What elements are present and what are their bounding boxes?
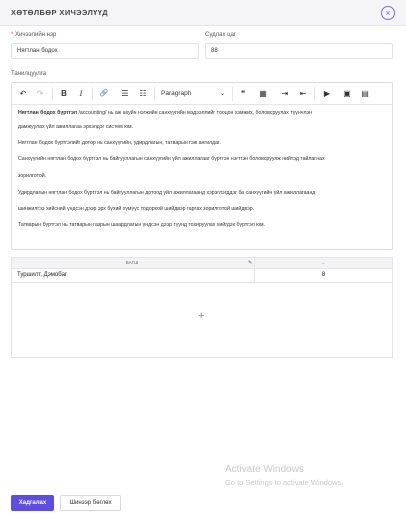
indent-icon[interactable]: ⇥ [278, 87, 292, 101]
file-icon[interactable]: ▤ [358, 87, 372, 101]
content-paragraph: Санхүүгийн нягтлан бодох бүртгэл нь байг… [18, 156, 325, 162]
editor-toolbar: ↶ ↷ B I 🔗 ☰ ☷ Paragraph ⌄ ❝ ▦ ⇥ ⇤ ▶ ▣ ▤ [12, 83, 392, 105]
numbered-list-icon[interactable]: ☷ [136, 87, 150, 101]
undo-icon[interactable]: ↶ [16, 87, 30, 101]
toolbar-divider [52, 87, 53, 101]
dialog-header: ХӨТӨЛБӨР ХИЧЭЭЛҮҮД × [0, 0, 406, 26]
paragraph-format-value: Paragraph [161, 90, 192, 97]
content-bold-term: Нягтлан бодох бүртгэл [18, 110, 78, 116]
activation-watermark-title: Activate Windows [225, 464, 304, 475]
table-row[interactable]: Туршилт, Дэмобаг 8 [11, 269, 393, 283]
toolbar-divider [314, 87, 315, 101]
content-paragraph: Нягтлан бодох бүртгэл /accounting/ нь аж… [18, 110, 388, 117]
content-paragraph: Нягтлан бодох бүртгэлийг дотор нь санхүү… [18, 140, 221, 146]
bulleted-list-icon[interactable]: ☰ [118, 87, 132, 101]
study-hours-input[interactable]: 88 [205, 43, 393, 59]
content-text: /accounting/ нь аж ахуйн нэгжийн санхүүг… [77, 110, 312, 116]
content-paragraph: Татварын бүртгэл нь татварын газрын шаар… [18, 222, 266, 228]
save-button[interactable]: Хадгалах [11, 495, 54, 511]
edit-column-icon[interactable]: ✎ [246, 258, 254, 268]
teacher-grid-header: БАГШ ✎ ... [11, 257, 393, 269]
course-name-label: * Хичээлийн нэр [11, 32, 56, 38]
teacher-cell: Туршилт, Дэмобаг [17, 272, 68, 278]
second-column-header[interactable]: ... [254, 258, 392, 268]
toolbar-divider [92, 87, 93, 101]
course-name-label-text: Хичээлийн нэр [15, 32, 57, 38]
blockquote-icon[interactable]: ❝ [236, 87, 250, 101]
link-icon[interactable]: 🔗 [97, 87, 111, 101]
close-icon[interactable]: × [381, 6, 395, 20]
image-icon[interactable]: ▣ [340, 87, 354, 101]
rich-text-editor[interactable]: ↶ ↷ B I 🔗 ☰ ☷ Paragraph ⌄ ❝ ▦ ⇥ ⇤ ▶ ▣ ▤ … [11, 82, 393, 250]
content-paragraph: Удирдлагын нягтлан бодох бүртгэл нь байг… [18, 190, 316, 196]
outdent-icon[interactable]: ⇤ [296, 87, 310, 101]
dialog-title: ХӨТӨЛБӨР ХИЧЭЭЛҮҮД [11, 8, 109, 17]
value-cell: 8 [254, 269, 392, 282]
toolbar-divider [232, 87, 233, 101]
italic-button[interactable]: I [74, 87, 88, 101]
add-row-area[interactable]: + [11, 283, 393, 358]
introduction-label: Танилцуулга [11, 71, 47, 77]
plus-icon[interactable]: + [198, 310, 204, 322]
chevron-down-icon: ⌄ [219, 91, 225, 97]
study-hours-label: Судлах цаг [205, 32, 237, 38]
content-paragraph: зорилготой. [18, 173, 47, 179]
content-paragraph: дамжуулах үйл ажиллагаа эрхэлдэг систем … [18, 124, 133, 130]
toolbar-divider [154, 87, 155, 101]
teacher-column-header[interactable]: БАГШ [12, 258, 252, 268]
paragraph-format-select[interactable]: Paragraph ⌄ [158, 87, 228, 101]
content-paragraph: шинжилгээ хийсний үндсэн дээр эрх бүхий … [18, 206, 255, 212]
redo-icon[interactable]: ↷ [33, 87, 47, 101]
media-icon[interactable]: ▶ [318, 87, 336, 101]
course-name-input[interactable]: Нягтлан бодох [11, 43, 199, 59]
clear-form-button[interactable]: Шинээр бөглөх [60, 495, 121, 511]
bold-button[interactable]: B [57, 87, 71, 101]
table-icon[interactable]: ▦ [254, 87, 272, 101]
activation-watermark-subtitle: Go to Settings to activate Windows. [225, 478, 344, 487]
required-marker: * [11, 32, 14, 38]
